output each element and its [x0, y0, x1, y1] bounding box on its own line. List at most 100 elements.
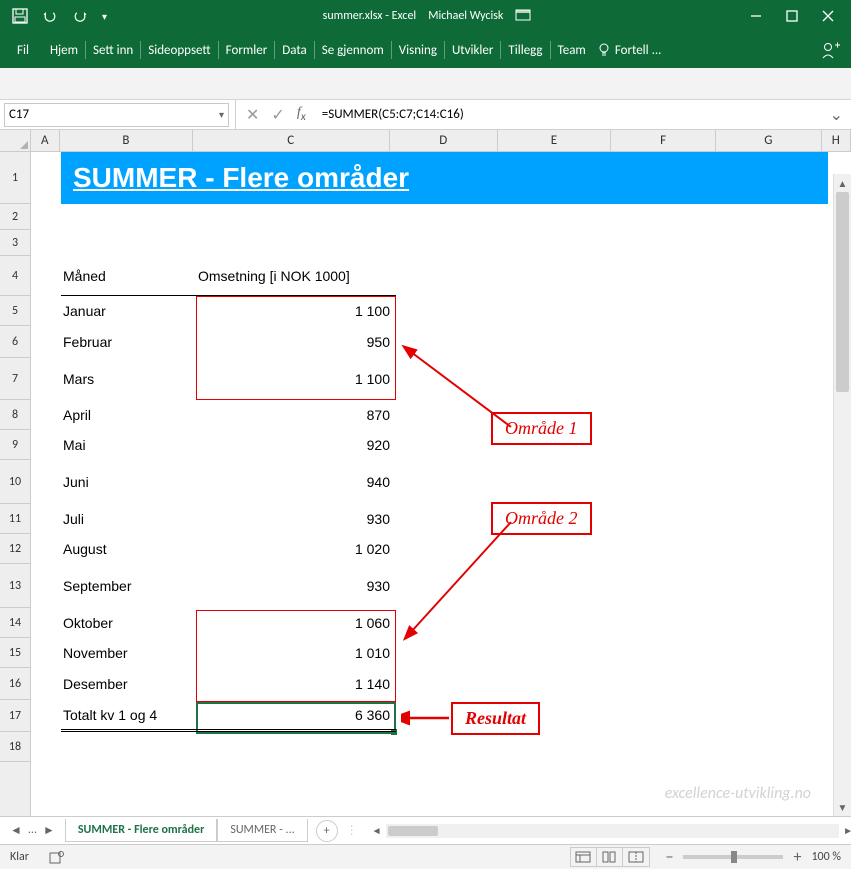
zoom-slider[interactable] [683, 855, 783, 859]
macro-record-icon[interactable] [49, 850, 65, 864]
cell-C10[interactable]: 940 [196, 460, 396, 504]
cancel-formula-icon[interactable]: ✕ [246, 105, 259, 125]
col-A[interactable]: A [31, 130, 61, 151]
row-15[interactable]: 15 [0, 638, 30, 668]
tab-team[interactable]: Team [551, 41, 593, 59]
cell-B8[interactable]: April [61, 400, 196, 430]
tab-home[interactable]: Hjem [43, 41, 86, 59]
cell-C12[interactable]: 1 020 [196, 534, 396, 564]
tell-me[interactable]: Fortell ... [597, 43, 662, 58]
row-5[interactable]: 5 [0, 296, 30, 326]
expand-formula-icon[interactable]: ⌄ [830, 105, 851, 125]
cell-B17[interactable]: Totalt kv 1 og 4 [61, 700, 196, 732]
cell-C13[interactable]: 930 [196, 564, 396, 608]
cell-C16[interactable]: 1 140 [196, 668, 396, 700]
tab-data[interactable]: Data [275, 41, 315, 59]
zoom-in-icon[interactable]: + [793, 848, 801, 867]
cell-B13[interactable]: September [61, 564, 196, 608]
cell-C5[interactable]: 1 100 [196, 296, 396, 326]
row-16[interactable]: 16 [0, 668, 30, 700]
cell-B6[interactable]: Februar [61, 326, 196, 358]
cell-C14[interactable]: 1 060 [196, 608, 396, 638]
cells-area[interactable]: SUMMER - Flere områder Område 1 Område 2… [31, 152, 851, 816]
cell-B12[interactable]: August [61, 534, 196, 564]
col-F[interactable]: F [611, 130, 716, 151]
zoom-out-icon[interactable]: − [666, 848, 674, 867]
tab-pagelayout[interactable]: Sideoppsett [141, 41, 218, 59]
accept-formula-icon[interactable]: ✓ [271, 105, 284, 125]
add-sheet-icon[interactable]: + [316, 820, 338, 842]
tab-formulas[interactable]: Formler [219, 41, 276, 59]
cell-C4[interactable]: Omsetning [i NOK 1000] [196, 256, 396, 296]
col-C[interactable]: C [193, 130, 390, 151]
row-6[interactable]: 6 [0, 326, 30, 358]
horizontal-scrollbar[interactable]: ◄ ► [386, 824, 839, 838]
cell-B4[interactable]: Måned [61, 256, 196, 296]
select-all[interactable] [0, 130, 31, 151]
cell-B14[interactable]: Oktober [61, 608, 196, 638]
namebox-dropdown-icon[interactable]: ▾ [219, 108, 224, 121]
col-H[interactable]: H [822, 130, 851, 151]
formula-input[interactable] [316, 103, 830, 127]
tab-addins[interactable]: Tillegg [501, 41, 550, 59]
tab-view[interactable]: Visning [392, 41, 445, 59]
cell-C17[interactable]: 6 360 [196, 700, 396, 732]
sheet-nav-next-icon[interactable]: ► [43, 823, 55, 838]
row-12[interactable]: 12 [0, 534, 30, 564]
zoom-level[interactable]: 100 % [811, 850, 841, 864]
redo-icon[interactable] [72, 8, 88, 24]
row-14[interactable]: 14 [0, 608, 30, 638]
col-G[interactable]: G [716, 130, 821, 151]
row-2[interactable]: 2 [0, 204, 30, 230]
view-normal-icon[interactable] [571, 848, 597, 866]
cell-C6[interactable]: 950 [196, 326, 396, 358]
cell-C9[interactable]: 920 [196, 430, 396, 460]
cell-C11[interactable]: 930 [196, 504, 396, 534]
cell-C7[interactable]: 1 100 [196, 358, 396, 400]
tab-review[interactable]: Se gjennom [315, 41, 392, 59]
cell-B16[interactable]: Desember [61, 668, 196, 700]
minimize-icon[interactable] [747, 7, 765, 25]
share-icon[interactable] [821, 40, 841, 60]
save-icon[interactable] [12, 8, 28, 24]
row-10[interactable]: 10 [0, 460, 30, 504]
view-pagelayout-icon[interactable] [597, 848, 623, 866]
row-8[interactable]: 8 [0, 400, 30, 430]
view-pagebreak-icon[interactable] [623, 848, 649, 866]
cell-C15[interactable]: 1 010 [196, 638, 396, 668]
name-box[interactable]: C17 ▾ [4, 103, 229, 127]
cell-B7[interactable]: Mars [61, 358, 196, 400]
hscroll-right-icon[interactable]: ► [843, 824, 851, 837]
tab-insert[interactable]: Sett inn [86, 41, 141, 59]
undo-icon[interactable] [42, 8, 58, 24]
cell-B15[interactable]: November [61, 638, 196, 668]
row-11[interactable]: 11 [0, 504, 30, 534]
col-B[interactable]: B [60, 130, 193, 151]
row-4[interactable]: 4 [0, 256, 30, 296]
row-17[interactable]: 17 [0, 700, 30, 732]
scroll-up-icon[interactable]: ▲ [834, 174, 851, 192]
tab-file[interactable]: Fil [10, 41, 43, 59]
row-1[interactable]: 1 [0, 152, 30, 204]
sheet-tab-active[interactable]: SUMMER - Flere områder [65, 819, 217, 842]
sheet-tab-other[interactable]: SUMMER - ... [217, 819, 307, 842]
fx-icon[interactable]: fx [297, 105, 306, 124]
cell-C8[interactable]: 870 [196, 400, 396, 430]
cell-B10[interactable]: Juni [61, 460, 196, 504]
row-9[interactable]: 9 [0, 430, 30, 460]
cell-B5[interactable]: Januar [61, 296, 196, 326]
hscroll-left-icon[interactable]: ◄ [372, 824, 382, 837]
row-18[interactable]: 18 [0, 732, 30, 762]
maximize-icon[interactable] [783, 7, 801, 25]
tab-developer[interactable]: Utvikler [445, 41, 501, 59]
col-D[interactable]: D [390, 130, 498, 151]
vertical-scrollbar[interactable]: ▲ ▼ [833, 174, 851, 816]
ribbon-display-icon[interactable] [515, 9, 531, 23]
row-13[interactable]: 13 [0, 564, 30, 608]
cell-B9[interactable]: Mai [61, 430, 196, 460]
row-3[interactable]: 3 [0, 230, 30, 256]
row-7[interactable]: 7 [0, 358, 30, 400]
sheet-nav-prev-icon[interactable]: ◄ [10, 823, 22, 838]
close-icon[interactable] [819, 7, 837, 25]
col-E[interactable]: E [498, 130, 611, 151]
